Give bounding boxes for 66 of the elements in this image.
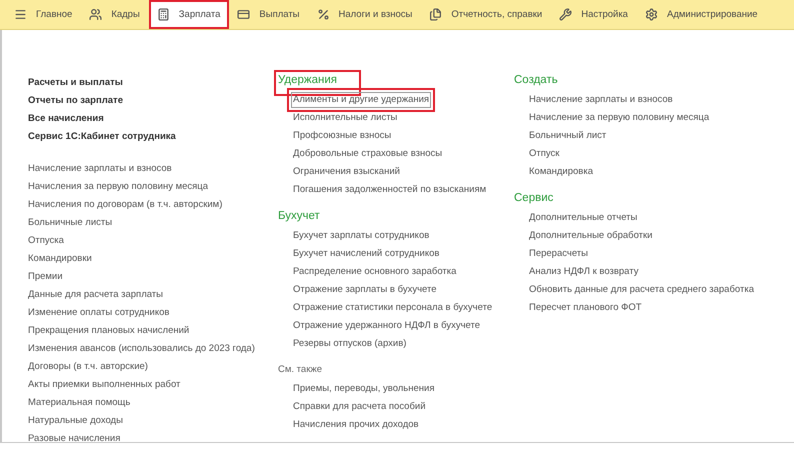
command-link[interactable]: Отражение удержанного НДФЛ в бухучете <box>291 318 482 334</box>
section-title: Бухучет <box>278 210 320 224</box>
nav-link[interactable]: Разовые начисления <box>28 430 120 448</box>
command-link[interactable]: Анализ НДФЛ к возврату <box>527 264 640 280</box>
bold-link[interactable]: Все начисления <box>28 110 104 128</box>
command-link[interactable]: Начисление зарплаты и взносов <box>527 92 675 108</box>
nav-link[interactable]: Начисление зарплаты и взносов <box>28 160 172 178</box>
bold-link[interactable]: Расчеты и выплаты <box>28 74 123 92</box>
command-link[interactable]: Справки для расчета пособий <box>291 399 428 415</box>
section-tab[interactable]: Администрирование <box>636 0 767 29</box>
section-tab[interactable]: Налоги и взносы <box>308 0 422 29</box>
section-title: Сервис <box>514 192 554 206</box>
command-link[interactable]: Больничный лист <box>527 128 608 144</box>
command-link[interactable]: Приемы, переводы, увольнения <box>291 381 436 397</box>
wrench-icon <box>559 8 572 21</box>
nav-link[interactable]: Командировки <box>28 250 92 268</box>
settings-icon <box>644 8 658 21</box>
command-link[interactable]: Перерасчеты <box>527 246 590 262</box>
section-tab[interactable]: Отчетность, справки <box>421 0 552 29</box>
menu-icon <box>14 8 27 21</box>
command-link[interactable]: Бухучет начислений сотрудников <box>291 246 442 262</box>
command-link[interactable]: Начисление за первую половину месяца <box>527 110 712 126</box>
command-link[interactable]: Распределение основного заработка <box>291 264 458 280</box>
nav-link[interactable]: Премии <box>28 268 63 286</box>
card-icon <box>237 8 250 21</box>
section-title: См. также <box>278 364 322 377</box>
command-link[interactable]: Обновить данные для расчета среднего заработка <box>527 282 756 298</box>
section-tab[interactable]: Зарплата <box>148 0 230 29</box>
bold-link[interactable]: Сервис 1С:Кабинет сотрудника <box>28 128 176 146</box>
percent-icon <box>316 8 330 21</box>
people-icon <box>89 8 102 21</box>
command-link[interactable]: Резервы отпусков (архив) <box>291 336 408 352</box>
nav-link[interactable]: Начисления по договорам (в т.ч. авторским) <box>28 196 222 214</box>
nav-link[interactable]: Отпуска <box>28 232 64 250</box>
command-link[interactable]: Начисления прочих доходов <box>291 417 421 433</box>
documents-icon <box>429 8 442 21</box>
section-tab[interactable]: Выплаты <box>229 0 309 29</box>
nav-link[interactable]: Больничные листы <box>28 214 112 232</box>
command-link[interactable]: Отпуск <box>527 146 562 162</box>
section-tab[interactable]: Кадры <box>81 0 149 29</box>
nav-link[interactable]: Изменения авансов (использовались до 2023 года) <box>28 340 255 358</box>
section-tab[interactable]: Главное <box>6 0 82 29</box>
command-link[interactable]: Добровольные страховые взносы <box>291 146 444 162</box>
bold-link[interactable]: Отчеты по зарплате <box>28 92 123 110</box>
section-title: Создать <box>514 74 558 88</box>
command-link[interactable]: Командировка <box>527 164 595 180</box>
command-link[interactable]: Дополнительные обработки <box>527 228 654 244</box>
nav-link[interactable]: Натуральные доходы <box>28 412 123 430</box>
nav-link[interactable]: Материальная помощь <box>28 394 130 412</box>
nav-link[interactable]: Прекращения плановых начислений <box>28 322 190 340</box>
section-tab[interactable]: Настройка <box>551 0 637 29</box>
nav-link[interactable]: Начисления за первую половину месяца <box>28 178 208 196</box>
calculator-icon <box>156 8 170 21</box>
command-link[interactable]: Пересчет планового ФОТ <box>527 300 644 316</box>
command-link[interactable]: Погашения задолженностей по взысканиям <box>291 182 488 198</box>
nav-link[interactable]: Изменение оплаты сотрудников <box>28 304 170 322</box>
nav-link[interactable]: Договоры (в т.ч. авторские) <box>28 358 148 376</box>
command-link[interactable]: Профсоюзные взносы <box>291 128 394 144</box>
nav-link[interactable]: Данные для расчета зарплаты <box>28 286 163 304</box>
command-link[interactable]: Ограничения взысканий <box>291 164 402 180</box>
command-link[interactable]: Дополнительные отчеты <box>527 210 640 226</box>
command-link[interactable]: Отражение статистики персонала в бухучете <box>291 300 494 316</box>
command-link[interactable]: Исполнительные листы <box>291 110 400 126</box>
nav-link[interactable]: Акты приемки выполненных работ <box>28 376 180 394</box>
command-link[interactable]: Бухучет зарплаты сотрудников <box>291 228 432 244</box>
command-link[interactable]: Отражение зарплаты в бухучете <box>291 282 439 298</box>
